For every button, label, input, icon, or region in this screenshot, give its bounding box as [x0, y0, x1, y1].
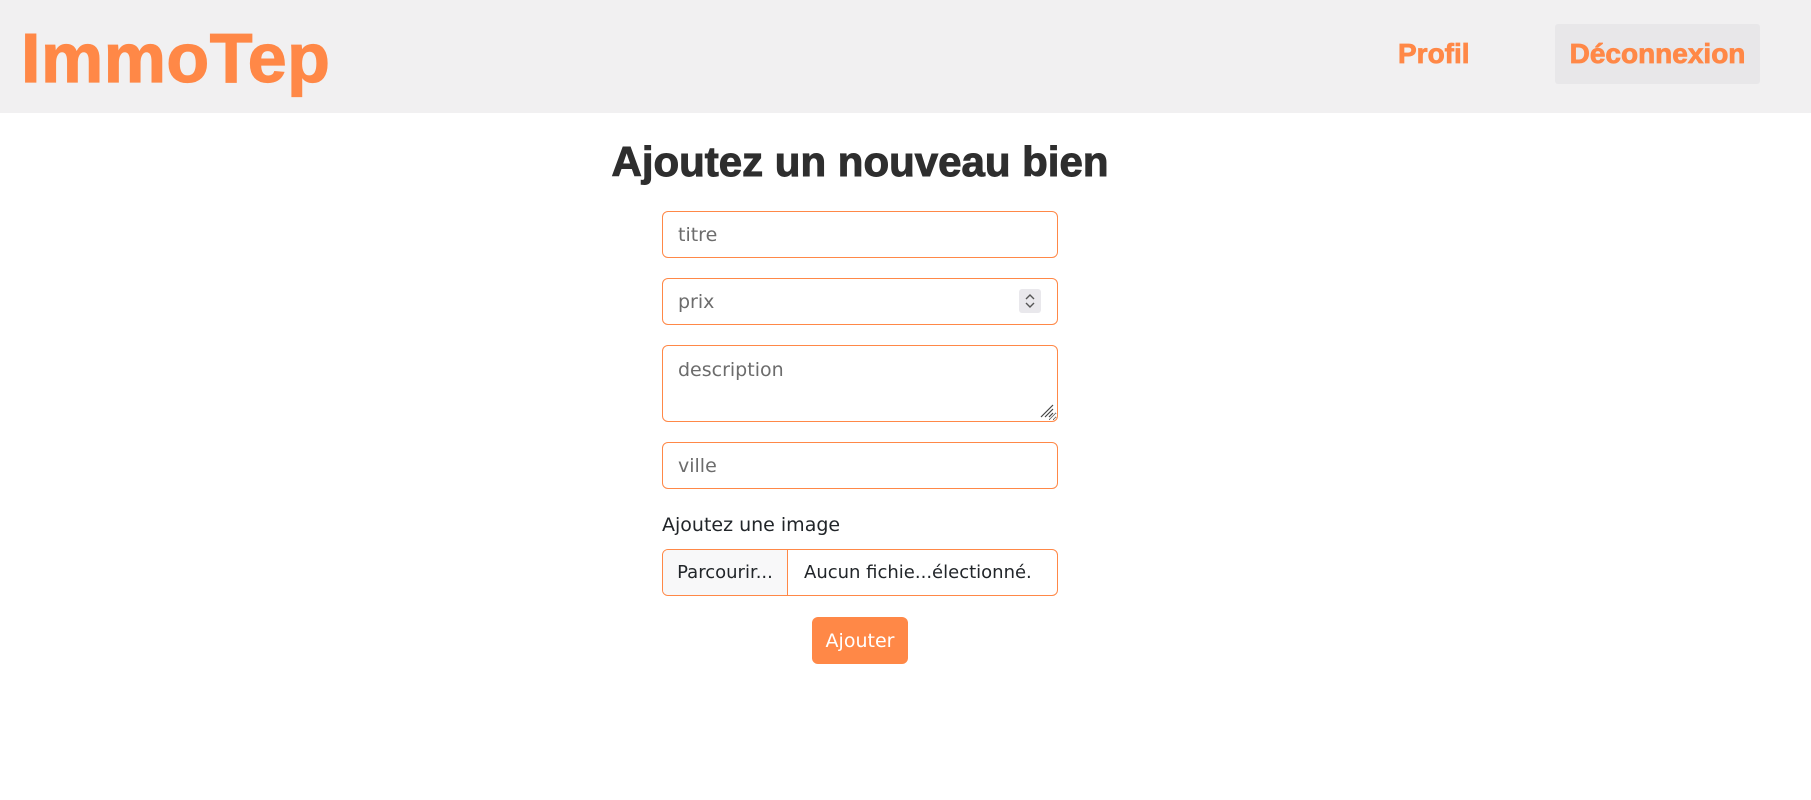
nav-link-profil[interactable]: Profil: [1398, 24, 1470, 84]
file-status-text: Aucun fichie...électionné.: [804, 562, 1032, 583]
city-input[interactable]: [662, 442, 1058, 489]
description-textarea[interactable]: [662, 345, 1058, 422]
image-file-input[interactable]: Parcourir... Aucun fichie...électionné.: [662, 549, 1058, 596]
browse-button[interactable]: Parcourir...: [663, 550, 788, 595]
submit-button[interactable]: Ajouter: [812, 617, 908, 664]
up-down-chevron-icon[interactable]: [1019, 289, 1041, 313]
price-input[interactable]: [662, 278, 1058, 325]
navbar: ImmoTep Profil Déconnexion: [0, 0, 1811, 113]
nav-link-logout[interactable]: Déconnexion: [1555, 24, 1760, 84]
resize-grip-icon[interactable]: [1038, 402, 1054, 418]
title-input[interactable]: [662, 211, 1058, 258]
page-title: Ajoutez un nouveau bien: [611, 138, 1109, 186]
image-label: Ajoutez une image: [662, 514, 841, 536]
brand-logo[interactable]: ImmoTep: [20, 18, 330, 98]
